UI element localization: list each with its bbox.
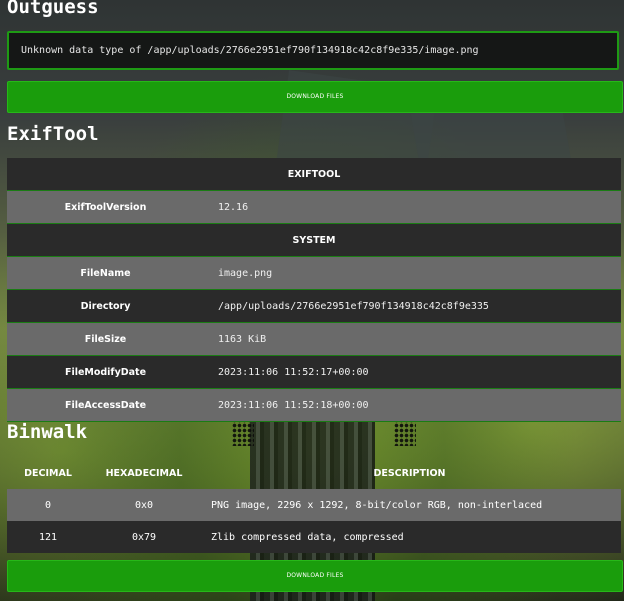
table-row: FileModifyDate 2023:11:06 11:52:17+00:00 — [7, 355, 621, 389]
column-header-hexadecimal: HEXADECIMAL — [105, 467, 183, 479]
exif-group-header: EXIFTOOL — [7, 158, 621, 191]
decimal-cell: 121 — [7, 521, 89, 553]
exif-value: image.png — [204, 256, 621, 290]
exif-group-name: EXIFTOOL — [7, 158, 621, 191]
background-grill — [394, 418, 416, 446]
exif-value: 2023:11:06 11:52:18+00:00 — [204, 388, 621, 422]
exif-value: 2023:11:06 11:52:17+00:00 — [204, 355, 621, 389]
table-row: Directory /app/uploads/2766e2951ef790f13… — [7, 289, 621, 323]
description-cell: PNG image, 2296 x 1292, 8-bit/color RGB,… — [199, 489, 621, 521]
exif-value: 1163 KiB — [204, 322, 621, 356]
table-header-row: DECIMAL HEXADECIMAL DESCRIPTION — [7, 457, 621, 489]
description-cell: Zlib compressed data, compressed — [199, 521, 621, 553]
exif-key: ExifToolVersion — [7, 190, 204, 224]
column-header-decimal: DECIMAL — [24, 467, 72, 479]
exif-key: FileAccessDate — [7, 388, 204, 422]
table-row: FileAccessDate 2023:11:06 11:52:18+00:00 — [7, 388, 621, 422]
exif-group-name: SYSTEM — [7, 223, 621, 257]
column-header-description: DESCRIPTION — [373, 467, 446, 479]
table-row: ExifToolVersion 12.16 — [7, 190, 621, 224]
table-row: 0 0x0 PNG image, 2296 x 1292, 8-bit/colo… — [7, 489, 621, 521]
table-row: FileSize 1163 KiB — [7, 322, 621, 356]
exif-key: FileName — [7, 256, 204, 290]
outguess-download-button[interactable]: DOWNLOAD FILES — [7, 81, 623, 113]
binwalk-download-button[interactable]: DOWNLOAD FILES — [7, 560, 623, 592]
exif-key: FileModifyDate — [7, 355, 204, 389]
exif-key: FileSize — [7, 322, 204, 356]
exif-value: 12.16 — [204, 190, 621, 224]
exiftool-title: ExifTool — [7, 123, 99, 145]
exiftool-table: EXIFTOOL ExifToolVersion 12.16 SYSTEM Fi… — [7, 158, 621, 422]
outguess-output: Unknown data type of /app/uploads/2766e2… — [7, 31, 619, 70]
outguess-title: Outguess — [7, 0, 99, 18]
background-grill — [232, 418, 254, 446]
table-row: 121 0x79 Zlib compressed data, compresse… — [7, 521, 621, 553]
binwalk-table: DECIMAL HEXADECIMAL DESCRIPTION 0 0x0 PN… — [7, 457, 621, 553]
table-row: FileName image.png — [7, 256, 621, 290]
exif-key: Directory — [7, 289, 204, 323]
decimal-cell: 0 — [7, 489, 89, 521]
exif-group-header: SYSTEM — [7, 223, 621, 257]
exif-value: /app/uploads/2766e2951ef790f134918c42c8f… — [204, 289, 621, 323]
hexadecimal-cell: 0x0 — [89, 489, 199, 521]
binwalk-title: Binwalk — [7, 421, 88, 443]
hexadecimal-cell: 0x79 — [89, 521, 199, 553]
